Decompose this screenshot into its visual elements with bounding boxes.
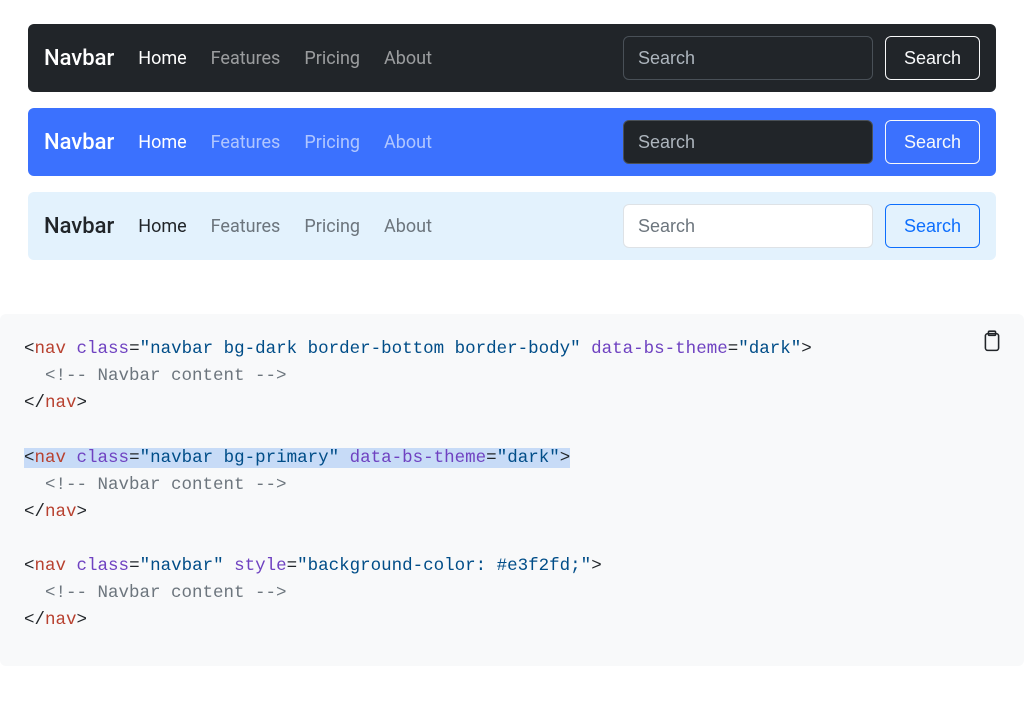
navbar-brand[interactable]: Navbar (44, 46, 114, 71)
search-button[interactable]: Search (885, 120, 980, 164)
nav-links: Home Features Pricing About (138, 132, 623, 153)
search-form: Search (623, 36, 980, 80)
nav-link-home[interactable]: Home (138, 216, 186, 237)
search-input[interactable] (623, 204, 873, 248)
code-block: <nav class="navbar bg-dark border-bottom… (24, 336, 1000, 634)
navbar-primary: Navbar Home Features Pricing About Searc… (28, 108, 996, 176)
search-form: Search (623, 120, 980, 164)
navbar-dark: Navbar Home Features Pricing About Searc… (28, 24, 996, 92)
search-input[interactable] (623, 120, 873, 164)
nav-link-home[interactable]: Home (138, 48, 186, 69)
navbar-brand[interactable]: Navbar (44, 214, 114, 239)
search-form: Search (623, 204, 980, 248)
nav-link-home[interactable]: Home (138, 132, 186, 153)
nav-link-about[interactable]: About (384, 48, 432, 69)
nav-link-pricing[interactable]: Pricing (304, 132, 360, 153)
nav-link-about[interactable]: About (384, 132, 432, 153)
clipboard-icon[interactable] (982, 330, 1002, 354)
nav-link-features[interactable]: Features (211, 216, 281, 237)
nav-link-pricing[interactable]: Pricing (304, 216, 360, 237)
search-button[interactable]: Search (885, 36, 980, 80)
nav-link-pricing[interactable]: Pricing (304, 48, 360, 69)
nav-link-features[interactable]: Features (211, 132, 281, 153)
nav-links: Home Features Pricing About (138, 48, 623, 69)
nav-link-about[interactable]: About (384, 216, 432, 237)
code-panel: <nav class="navbar bg-dark border-bottom… (0, 314, 1024, 666)
nav-link-features[interactable]: Features (211, 48, 281, 69)
navbar-examples-panel: Navbar Home Features Pricing About Searc… (0, 0, 1024, 284)
search-button[interactable]: Search (885, 204, 980, 248)
navbar-brand[interactable]: Navbar (44, 130, 114, 155)
navbar-light: Navbar Home Features Pricing About Searc… (28, 192, 996, 260)
search-input[interactable] (623, 36, 873, 80)
nav-links: Home Features Pricing About (138, 216, 623, 237)
